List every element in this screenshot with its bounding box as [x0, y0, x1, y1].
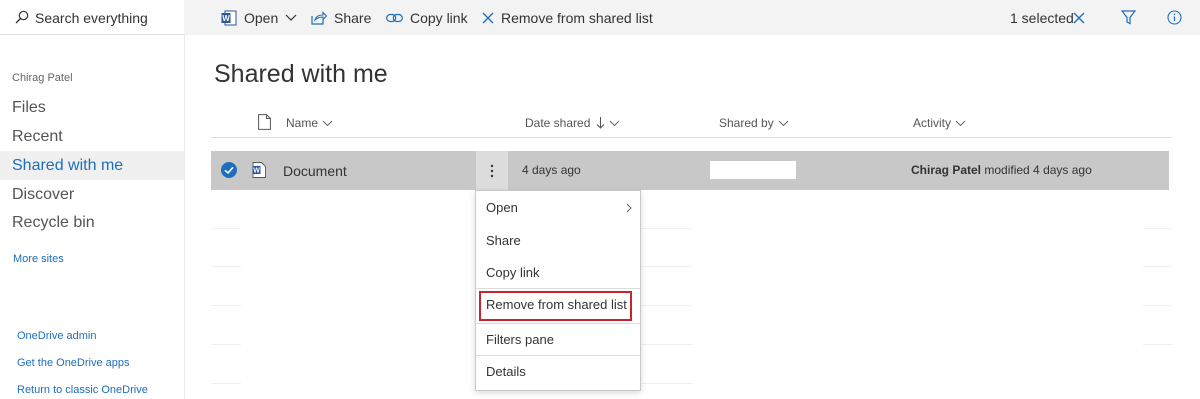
menu-item-details[interactable]: Details [476, 356, 640, 388]
nav-item-recent[interactable]: Recent [0, 122, 184, 151]
search-box[interactable]: Search everything [0, 0, 184, 35]
filter-icon [1121, 10, 1136, 25]
empty-row-divider [211, 344, 241, 345]
nav-item-discover[interactable]: Discover [0, 180, 184, 209]
selected-checkmark-icon[interactable] [221, 162, 237, 178]
svg-text:W: W [222, 14, 230, 23]
info-icon [1167, 10, 1182, 25]
column-date-label: Date shared [525, 116, 591, 130]
remove-label: Remove from shared list [501, 9, 653, 26]
user-name: Chirag Patel [12, 72, 73, 84]
empty-row-divider [1143, 228, 1172, 229]
search-icon [15, 10, 29, 24]
word-document-icon: W [252, 162, 266, 178]
onedrive-admin-link[interactable]: OneDrive admin [17, 330, 96, 342]
empty-row-divider [640, 228, 692, 229]
empty-row-divider [1143, 344, 1172, 345]
empty-row-divider [1143, 305, 1172, 306]
page-title: Shared with me [214, 60, 388, 88]
column-header-shared-by[interactable]: Shared by [719, 116, 789, 130]
classic-onedrive-link[interactable]: Return to classic OneDrive [17, 384, 148, 396]
get-apps-link[interactable]: Get the OneDrive apps [17, 357, 130, 369]
share-icon [311, 10, 327, 25]
empty-row-divider [1143, 266, 1172, 267]
menu-separator [476, 288, 640, 289]
more-options-button[interactable] [476, 151, 508, 190]
chevron-down-icon [955, 120, 966, 126]
open-button[interactable]: W Open [221, 0, 297, 35]
empty-row-divider [211, 383, 241, 384]
chevron-down-icon [778, 120, 789, 126]
svg-text:W: W [253, 168, 260, 175]
nav-item-files[interactable]: Files [0, 93, 184, 122]
context-menu: Open Share Copy link Remove from shared … [475, 190, 641, 391]
empty-row-divider [640, 344, 692, 345]
column-name-label: Name [286, 116, 319, 130]
filter-button[interactable] [1121, 0, 1143, 35]
close-icon [1073, 12, 1085, 24]
file-name[interactable]: Document [283, 163, 347, 179]
chevron-down-icon [285, 14, 297, 22]
column-activity-label: Activity [913, 116, 952, 130]
share-button[interactable]: Share [311, 0, 371, 35]
remove-from-shared-list-button[interactable]: Remove from shared list [482, 0, 653, 35]
share-label: Share [334, 9, 372, 26]
menu-item-open[interactable]: Open [476, 192, 640, 224]
empty-row-divider [640, 383, 692, 384]
activity-text: modified 4 days ago [981, 163, 1092, 177]
menu-item-open-label: Open [486, 200, 518, 215]
more-vertical-icon [490, 164, 494, 177]
close-icon [482, 12, 494, 24]
file-type-icon[interactable] [258, 114, 271, 130]
copy-link-button[interactable]: Copy link [386, 0, 468, 35]
command-bar: W Open Share Copy link Remove from share… [184, 0, 1200, 35]
menu-item-remove-from-shared-list[interactable]: Remove from shared list [479, 291, 632, 321]
shared-by-redacted [710, 161, 796, 179]
selection-count: 1 selected [1010, 0, 1074, 35]
chevron-down-icon [322, 120, 333, 126]
column-header-date-shared[interactable]: Date shared [525, 116, 620, 130]
selected-count-label: 1 selected [1010, 9, 1074, 26]
copy-link-label: Copy link [410, 9, 468, 26]
search-placeholder: Search everything [35, 10, 148, 26]
more-sites-link[interactable]: More sites [13, 253, 64, 265]
chevron-down-icon [610, 120, 620, 126]
word-icon: W [221, 10, 237, 26]
nav-item-recycle-bin[interactable]: Recycle bin [0, 208, 184, 237]
column-header-name[interactable]: Name [286, 116, 333, 130]
nav-item-shared-with-me[interactable]: Shared with me [0, 151, 184, 180]
header-divider [211, 137, 1172, 138]
menu-item-copy-link[interactable]: Copy link [476, 257, 640, 289]
column-header-activity[interactable]: Activity [913, 116, 966, 130]
column-shared-by-label: Shared by [719, 116, 774, 130]
date-shared-cell: 4 days ago [522, 163, 581, 177]
left-nav: Search everything Chirag Patel Files Rec… [0, 0, 185, 399]
chevron-right-icon [626, 203, 632, 213]
open-label: Open [244, 9, 279, 26]
empty-row-divider [211, 266, 241, 267]
activity-cell: Chirag Patel modified 4 days ago [911, 163, 1092, 177]
menu-item-share[interactable]: Share [476, 225, 640, 257]
info-button[interactable] [1167, 0, 1189, 35]
empty-row-divider [640, 305, 692, 306]
menu-item-filters-pane[interactable]: Filters pane [476, 324, 640, 356]
empty-row-divider [211, 228, 241, 229]
empty-row-divider [211, 305, 241, 306]
link-icon [386, 12, 403, 24]
empty-row-divider [640, 266, 692, 267]
arrow-down-icon [597, 117, 605, 129]
activity-user: Chirag Patel [911, 163, 982, 177]
clear-selection-button[interactable] [1073, 0, 1092, 35]
